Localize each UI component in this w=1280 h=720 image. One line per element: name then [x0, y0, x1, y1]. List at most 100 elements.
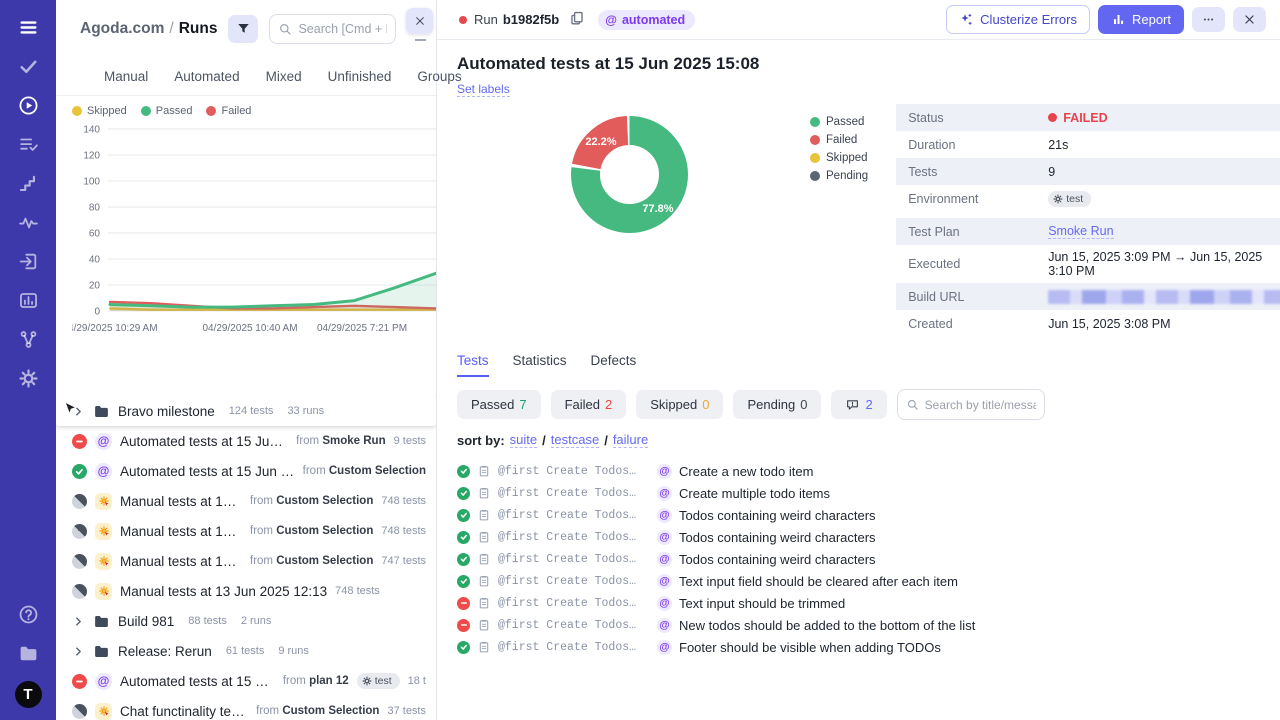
run-row[interactable]: @ Automated tests at 15 May 2025 12:32 fro…: [56, 666, 436, 696]
svg-text:40: 40: [89, 255, 101, 266]
run-title: Automated tests at 15 Jun 2025 15:08: [120, 433, 289, 449]
runs-tab-groups[interactable]: Groups: [417, 69, 461, 84]
check-icon: [19, 60, 37, 73]
sidebar-item-import[interactable]: [17, 250, 39, 272]
sidebar-item-steps[interactable]: [17, 172, 39, 194]
donut-legend-item-passed[interactable]: Passed: [810, 116, 868, 128]
tests-search-input[interactable]: [924, 397, 1036, 412]
check-small-icon: [460, 578, 467, 584]
run-tests-count: 748 tests: [335, 585, 380, 597]
clusterize-errors-button[interactable]: Clusterize Errors: [946, 5, 1090, 34]
import-icon: [19, 253, 36, 269]
run-row[interactable]: @ Automated tests at 15 Jun 2025 15:08 fro…: [56, 426, 436, 456]
run-row[interactable]: Manual tests at 13 Jun 2025 12:17 from Cu…: [56, 486, 436, 516]
sort-by-testcase[interactable]: testcase: [550, 432, 600, 448]
legend-item-passed[interactable]: Passed: [140, 105, 192, 117]
minus-icon: [76, 680, 83, 682]
run-row[interactable]: Manual tests at 13 Jun 2025 12:13 748 tes…: [56, 576, 436, 606]
legend-dot: [72, 106, 82, 116]
sidebar-item-analytics[interactable]: [17, 289, 39, 311]
donut-legend-item-failed[interactable]: Failed: [810, 134, 868, 146]
test-plan-link[interactable]: Smoke Run: [1048, 224, 1114, 239]
run-row[interactable]: @ Automated tests at 15 Jun 2025 15:01 fro…: [56, 456, 436, 486]
filter-chip-comments[interactable]: 2: [831, 390, 887, 419]
sidebar-item-branch[interactable]: [17, 328, 39, 350]
sort-by-failure[interactable]: failure: [612, 432, 649, 448]
status-progress-icon: [68, 700, 91, 720]
run-row[interactable]: Chat functinality test Copy from Custom S…: [56, 696, 436, 720]
runs-search-input[interactable]: [298, 21, 387, 36]
tab-tests[interactable]: Tests: [457, 353, 489, 377]
test-title: New todos should be added to the bottom …: [679, 617, 976, 633]
status-progress-icon: [68, 580, 91, 602]
runs-tab-unfinished[interactable]: Unfinished: [328, 69, 392, 84]
test-row[interactable]: @first Create Todos… @ Create a new todo i…: [457, 460, 1262, 482]
test-row[interactable]: @first Create Todos… @ Text input field sh…: [457, 570, 1262, 592]
run-row[interactable]: Manual tests at 13 Jun 2025 12:13 from Cu…: [56, 546, 436, 576]
filter-chip-passed[interactable]: Passed 7: [457, 390, 541, 419]
run-group-row[interactable]: Release: Rerun 61 tests 9 runs: [56, 636, 436, 666]
sidebar-item-list-check[interactable]: [17, 133, 39, 155]
results-donut-chart: 77.8% 22.2%: [557, 102, 702, 337]
automated-badge[interactable]: @ automated: [598, 9, 696, 30]
sidebar-item-folder[interactable]: [17, 642, 39, 664]
runs-tab-mixed[interactable]: Mixed: [266, 69, 302, 84]
more-actions-button[interactable]: [1192, 7, 1225, 32]
check-small-icon: [460, 534, 467, 540]
test-row[interactable]: @first Create Todos… @ Todos containing we…: [457, 526, 1262, 548]
legend-item-skipped[interactable]: Skipped: [72, 105, 127, 117]
sidebar-item-settings-gear[interactable]: [17, 367, 39, 389]
trend-chart-svg: 0 20 40 60 80 100 120 140 04/29/2025 10:29 AM 04/…: [62, 125, 438, 334]
run-tests-count: 747 tests: [381, 555, 426, 567]
test-row[interactable]: @first Create Todos… @ Text input should b…: [457, 592, 1262, 614]
sidebar-item-activity[interactable]: [17, 211, 39, 233]
test-row[interactable]: @first Create Todos… @ Create multiple tod…: [457, 482, 1262, 504]
sidebar-item-check[interactable]: [17, 55, 39, 77]
donut-legend-item-skipped[interactable]: Skipped: [810, 152, 868, 164]
test-row[interactable]: @first Create Todos… @ New todos should be…: [457, 614, 1262, 636]
svg-text:60: 60: [89, 229, 101, 240]
automated-test-icon: @: [657, 617, 672, 633]
run-row[interactable]: Manual tests at 13 Jun 2025 12:16 from Cu…: [56, 516, 436, 546]
sidebar-item-hamburger[interactable]: [17, 16, 39, 38]
filter-button[interactable]: [228, 14, 259, 43]
copy-run-id-button[interactable]: [566, 9, 588, 31]
sidebar-item-runs-play[interactable]: [17, 94, 39, 116]
donut-legend-item-pending[interactable]: Pending: [810, 170, 868, 182]
panel-close-button[interactable]: [406, 8, 433, 34]
report-button[interactable]: Report: [1097, 5, 1184, 34]
test-row[interactable]: @first Create Todos… @ Footer should be vi…: [457, 636, 1262, 658]
breadcrumb: Agoda.com / Runs: [80, 20, 217, 38]
filter-chip-pending[interactable]: Pending 0: [733, 390, 822, 419]
legend-item-failed[interactable]: Failed: [206, 105, 251, 117]
status-failed-icon: [457, 618, 470, 632]
sidebar-item-help[interactable]: [17, 603, 39, 625]
folder-icon: [95, 615, 108, 627]
run-group-row[interactable]: Bravo milestone 124 tests 33 runs: [56, 396, 436, 426]
run-group-row[interactable]: Build 981 88 tests 2 runs: [56, 606, 436, 636]
runs-tab-manual[interactable]: Manual: [104, 69, 148, 84]
detail-label: Test Plan: [908, 224, 960, 239]
ellipsis-icon: [1203, 18, 1214, 21]
test-row[interactable]: @first Create Todos… @ Todos containing we…: [457, 504, 1262, 526]
legend-dot: [810, 171, 820, 181]
app-logo[interactable]: T: [14, 681, 42, 708]
test-row[interactable]: @first Create Todos… @ Todos containing we…: [457, 548, 1262, 570]
runs-tab-automated[interactable]: Automated: [174, 69, 239, 84]
test-suite: @first Create Todos…: [498, 552, 637, 566]
breadcrumb-project[interactable]: Agoda.com: [80, 20, 164, 37]
tab-statistics[interactable]: Statistics: [513, 353, 567, 377]
close-run-button[interactable]: [1233, 7, 1266, 32]
detail-value: Jun 15, 2025 3:09 PM → Jun 15, 2025 3:10…: [1048, 250, 1263, 278]
check-small-icon: [460, 512, 467, 518]
filter-chip-skipped[interactable]: Skipped 0: [636, 390, 724, 419]
test-title: Footer should be visible when adding TOD…: [679, 639, 941, 655]
chip-count: 0: [800, 397, 808, 412]
sort-by-suite[interactable]: suite: [509, 432, 538, 448]
automated-run-icon: @: [95, 432, 112, 450]
tab-defects[interactable]: Defects: [591, 353, 637, 377]
tests-search-box: [896, 389, 1045, 420]
set-labels-link[interactable]: Set labels: [457, 82, 510, 97]
automated-test-icon: @: [657, 573, 672, 589]
filter-chip-failed[interactable]: Failed 2: [550, 390, 627, 419]
